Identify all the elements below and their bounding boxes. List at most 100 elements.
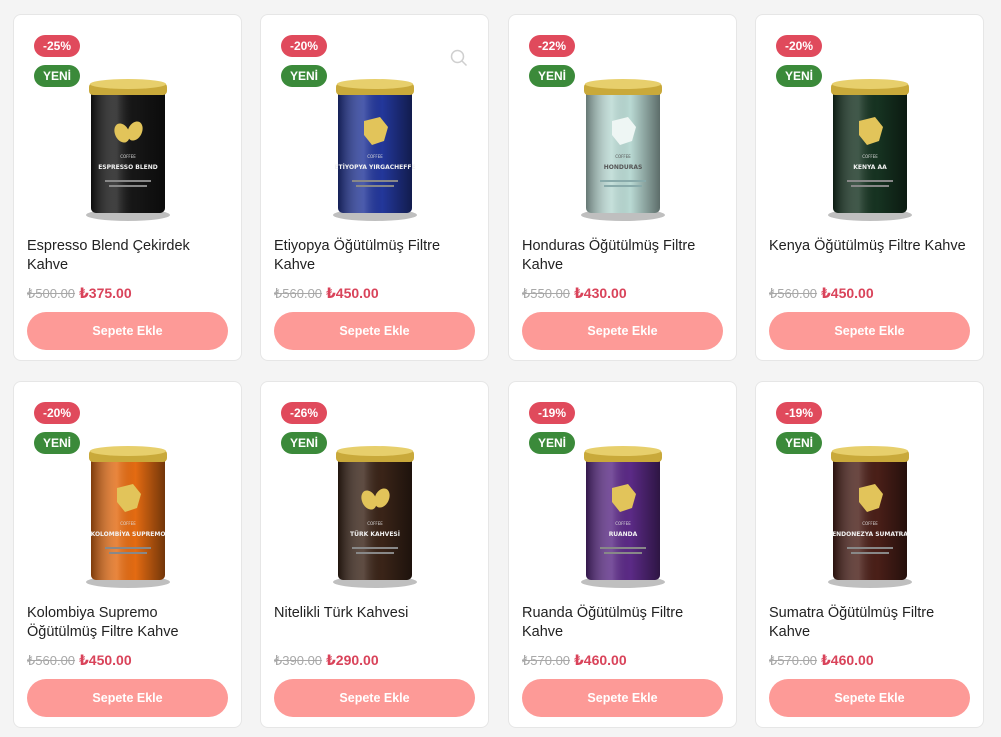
- can-detail-line: [108, 185, 147, 187]
- coffee-can: COFFEE ETİYOPYA YIRGACHEFFE: [332, 79, 417, 221]
- product-image[interactable]: COFFEE ENDONEZYA SUMATRA: [815, 442, 925, 592]
- can-detail-line: [599, 180, 646, 182]
- product-title[interactable]: Sumatra Öğütülmüş Filtre Kahve: [769, 604, 973, 642]
- can-label: ETİYOPYA YIRGACHEFFE: [334, 164, 415, 171]
- add-to-cart-button[interactable]: Sepete Ekle: [522, 312, 723, 350]
- can-brand-text: COFFEE: [120, 154, 136, 159]
- price-row: ₺500.00 ₺375.00: [27, 285, 132, 302]
- product-grid: -25% YENİ COFFEE ESPRESSO BLEND Espresso …: [0, 0, 1001, 737]
- discount-badge: -22%: [529, 35, 576, 57]
- can-brand-text: COFFEE: [615, 154, 631, 159]
- can-detail-line: [846, 547, 893, 549]
- discount-badge: -19%: [529, 402, 576, 424]
- sale-price: ₺450.00: [326, 285, 379, 301]
- can-label: KOLOMBİYA SUPREMO: [90, 531, 165, 538]
- can-brand-text: COFFEE: [367, 521, 383, 526]
- add-to-cart-button[interactable]: Sepete Ekle: [27, 679, 228, 717]
- can-label: ENDONEZYA SUMATRA: [832, 531, 908, 538]
- discount-badge: -26%: [281, 402, 328, 424]
- sale-price: ₺430.00: [574, 285, 627, 301]
- discount-badge: -20%: [34, 402, 81, 424]
- price-row: ₺560.00 ₺450.00: [27, 652, 132, 669]
- can-detail-line: [108, 552, 147, 554]
- product-card[interactable]: -19% YENİ COFFEE RUANDA Ruanda Öğütülmüş …: [508, 381, 737, 728]
- sale-price: ₺460.00: [821, 652, 874, 668]
- can-label: ESPRESSO BLEND: [98, 164, 158, 171]
- coffee-can: COFFEE ENDONEZYA SUMATRA: [827, 446, 912, 588]
- sale-price: ₺290.00: [326, 652, 379, 668]
- old-price: ₺560.00: [27, 653, 76, 668]
- can-detail-line: [351, 180, 398, 182]
- product-image[interactable]: COFFEE KENYA AA: [815, 75, 925, 225]
- can-brand-text: COFFEE: [120, 521, 136, 526]
- can-brand-text: COFFEE: [367, 154, 383, 159]
- sale-price: ₺450.00: [79, 652, 132, 668]
- can-detail-line: [104, 547, 151, 549]
- can-detail-line: [355, 185, 394, 187]
- product-title[interactable]: Kolombiya Supremo Öğütülmüş Filtre Kahve: [27, 604, 231, 642]
- can-detail-line: [351, 547, 398, 549]
- price-row: ₺390.00 ₺290.00: [274, 652, 379, 669]
- product-title[interactable]: Etiyopya Öğütülmüş Filtre Kahve: [274, 237, 478, 275]
- add-to-cart-button[interactable]: Sepete Ekle: [274, 679, 475, 717]
- price-row: ₺570.00 ₺460.00: [522, 652, 627, 669]
- discount-badge: -25%: [34, 35, 81, 57]
- old-price: ₺390.00: [274, 653, 323, 668]
- coffee-can: COFFEE RUANDA: [580, 446, 665, 588]
- can-detail-line: [104, 180, 151, 182]
- sale-price: ₺460.00: [574, 652, 627, 668]
- can-detail-line: [355, 552, 394, 554]
- add-to-cart-button[interactable]: Sepete Ekle: [522, 679, 723, 717]
- product-image[interactable]: COFFEE HONDURAS: [568, 75, 678, 225]
- product-image[interactable]: COFFEE RUANDA: [568, 442, 678, 592]
- old-price: ₺550.00: [522, 286, 571, 301]
- product-title[interactable]: Honduras Öğütülmüş Filtre Kahve: [522, 237, 726, 275]
- product-card[interactable]: -20% YENİ COFFEE ETİYOPYA YIRGACHEFFE Eti…: [260, 14, 489, 361]
- price-row: ₺560.00 ₺450.00: [274, 285, 379, 302]
- add-to-cart-button[interactable]: Sepete Ekle: [769, 679, 970, 717]
- coffee-can: COFFEE HONDURAS: [580, 79, 665, 221]
- product-image[interactable]: COFFEE KOLOMBİYA SUPREMO: [73, 442, 183, 592]
- price-row: ₺550.00 ₺430.00: [522, 285, 627, 302]
- product-card[interactable]: -25% YENİ COFFEE ESPRESSO BLEND Espresso …: [13, 14, 242, 361]
- discount-badge: -20%: [776, 35, 823, 57]
- product-title[interactable]: Espresso Blend Çekirdek Kahve: [27, 237, 231, 275]
- product-image[interactable]: COFFEE ETİYOPYA YIRGACHEFFE: [320, 75, 430, 225]
- can-detail-line: [599, 547, 646, 549]
- price-row: ₺570.00 ₺460.00: [769, 652, 874, 669]
- can-brand-text: COFFEE: [615, 521, 631, 526]
- old-price: ₺560.00: [274, 286, 323, 301]
- product-title[interactable]: Ruanda Öğütülmüş Filtre Kahve: [522, 604, 726, 642]
- search-icon[interactable]: [450, 49, 468, 67]
- sale-price: ₺450.00: [821, 285, 874, 301]
- can-label: HONDURAS: [603, 164, 642, 171]
- product-card[interactable]: -26% YENİ COFFEE TÜRK KAHVESİ Nitelikli T…: [260, 381, 489, 728]
- can-detail-line: [603, 552, 642, 554]
- old-price: ₺560.00: [769, 286, 818, 301]
- old-price: ₺570.00: [769, 653, 818, 668]
- product-title[interactable]: Kenya Öğütülmüş Filtre Kahve: [769, 237, 973, 256]
- price-row: ₺560.00 ₺450.00: [769, 285, 874, 302]
- can-detail-line: [850, 185, 889, 187]
- add-to-cart-button[interactable]: Sepete Ekle: [769, 312, 970, 350]
- product-card[interactable]: -19% YENİ COFFEE ENDONEZYA SUMATRA Sumatr…: [755, 381, 984, 728]
- product-image[interactable]: COFFEE TÜRK KAHVESİ: [320, 442, 430, 592]
- old-price: ₺500.00: [27, 286, 76, 301]
- add-to-cart-button[interactable]: Sepete Ekle: [27, 312, 228, 350]
- product-card[interactable]: -20% YENİ COFFEE KOLOMBİYA SUPREMO Kolomb…: [13, 381, 242, 728]
- product-image[interactable]: COFFEE ESPRESSO BLEND: [73, 75, 183, 225]
- can-label: RUANDA: [608, 531, 637, 538]
- sale-price: ₺375.00: [79, 285, 132, 301]
- can-brand-text: COFFEE: [862, 521, 878, 526]
- product-card[interactable]: -22% YENİ COFFEE HONDURAS Honduras Öğütül…: [508, 14, 737, 361]
- old-price: ₺570.00: [522, 653, 571, 668]
- can-label: TÜRK KAHVESİ: [350, 531, 400, 538]
- discount-badge: -20%: [281, 35, 328, 57]
- can-detail-line: [850, 552, 889, 554]
- can-brand-text: COFFEE: [862, 154, 878, 159]
- add-to-cart-button[interactable]: Sepete Ekle: [274, 312, 475, 350]
- discount-badge: -19%: [776, 402, 823, 424]
- product-title[interactable]: Nitelikli Türk Kahvesi: [274, 604, 478, 623]
- coffee-can: COFFEE KOLOMBİYA SUPREMO: [85, 446, 170, 588]
- product-card[interactable]: -20% YENİ COFFEE KENYA AA Kenya Öğütülmüş…: [755, 14, 984, 361]
